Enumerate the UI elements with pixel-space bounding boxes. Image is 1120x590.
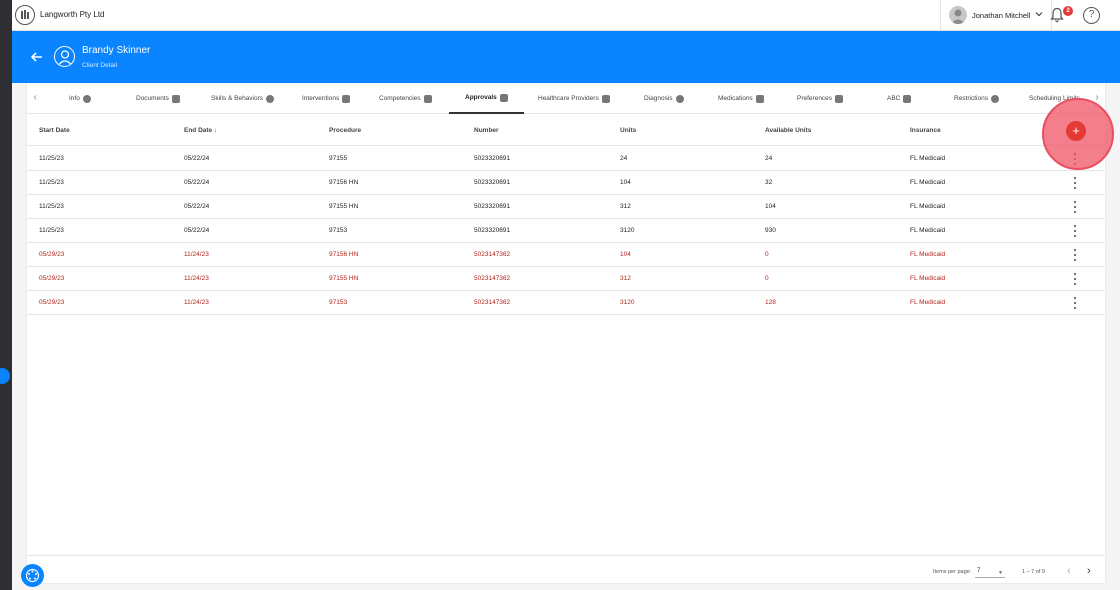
tab-approvals[interactable]: Approvals: [449, 83, 524, 114]
alert-icon: [990, 94, 999, 103]
table-row[interactable]: 11/25/23 05/22/24 97153 5023320691 3120 …: [27, 219, 1105, 243]
bell-icon[interactable]: [1050, 7, 1064, 23]
more-options-icon[interactable]: [1073, 297, 1077, 309]
add-approval-button[interactable]: +: [1066, 121, 1086, 141]
items-per-page-label: Items per page:: [933, 569, 972, 575]
client-name: Brandy Skinner: [82, 45, 151, 56]
client-avatar-icon: [54, 46, 75, 67]
settings-fab-icon[interactable]: [21, 564, 44, 587]
tab-skills-behaviors[interactable]: Skills & Behaviors: [211, 83, 275, 114]
stethoscope-icon: [675, 94, 684, 103]
column-available-units[interactable]: Available Units: [765, 127, 811, 134]
tab-diagnosis[interactable]: Diagnosis: [644, 83, 684, 114]
items-per-page-select[interactable]: 7 ▼: [975, 566, 1005, 578]
hierarchy-icon: [903, 94, 912, 103]
table-row[interactable]: 05/29/23 11/24/23 97153 5023147362 3120 …: [27, 291, 1105, 315]
next-page-icon[interactable]: ›: [1087, 565, 1091, 577]
people-icon: [423, 94, 432, 103]
skills-icon: [266, 94, 275, 103]
sliders-icon: [835, 94, 844, 103]
table-row[interactable]: 05/29/23 11/24/23 97156 HN 5023147362 10…: [27, 243, 1105, 267]
company-logo-icon[interactable]: [15, 5, 35, 25]
company-name: Langworth Pty Ltd: [40, 10, 105, 19]
tab-documents[interactable]: Documents: [136, 83, 180, 114]
more-options-icon[interactable]: [1073, 201, 1077, 213]
document-icon: [171, 94, 180, 103]
left-sidebar-strip: [0, 0, 12, 590]
tab-interventions[interactable]: Interventions: [302, 83, 351, 114]
tab-abc[interactable]: ABC: [887, 83, 912, 114]
table-row[interactable]: 11/25/23 05/22/24 97156 HN 5023320691 10…: [27, 171, 1105, 195]
tab-scroll-left-icon[interactable]: ‹: [29, 92, 41, 103]
more-options-icon[interactable]: [1073, 249, 1077, 261]
chevron-down-icon[interactable]: [1034, 9, 1044, 19]
more-options-icon[interactable]: [1073, 273, 1077, 285]
column-insurance[interactable]: Insurance: [910, 127, 941, 134]
medical-bag-icon: [601, 94, 610, 103]
user-circle-icon: [82, 94, 91, 103]
column-procedure[interactable]: Procedure: [329, 127, 361, 134]
tab-competencies[interactable]: Competencies: [379, 83, 432, 114]
table-row[interactable]: 11/25/23 05/22/24 97155 5023320691 24 24…: [27, 147, 1105, 171]
paginator: Items per page: 7 ▼ 1 – 7 of 9 ‹ ›: [27, 555, 1105, 583]
avatar: [949, 6, 967, 24]
column-number[interactable]: Number: [474, 127, 499, 134]
table-row[interactable]: 11/25/23 05/22/24 97155 HN 5023320691 31…: [27, 195, 1105, 219]
client-subtitle: Client Detail: [82, 62, 118, 69]
tab-medications[interactable]: Medications: [718, 83, 764, 114]
more-options-icon[interactable]: [1073, 225, 1077, 237]
tab-info[interactable]: Info: [69, 83, 91, 114]
column-end-date[interactable]: End Date ↓: [184, 127, 217, 134]
previous-page-icon[interactable]: ‹: [1067, 565, 1071, 577]
tab-bar: ‹ Info Documents Skills & Behaviors Inte…: [27, 83, 1105, 114]
tab-restrictions[interactable]: Restrictions: [954, 83, 999, 114]
pill-icon: [755, 94, 764, 103]
interventions-icon: [342, 94, 351, 103]
sort-arrow-down-icon: ↓: [213, 127, 218, 134]
column-start-date[interactable]: Start Date: [39, 127, 70, 134]
tab-preferences[interactable]: Preferences: [797, 83, 844, 114]
client-header: Brandy Skinner Client Detail: [12, 31, 1120, 83]
caret-down-icon: ▼: [998, 570, 1003, 576]
user-menu[interactable]: Jonathan Mitchell: [940, 0, 1052, 31]
back-arrow-icon[interactable]: [31, 52, 43, 62]
tab-healthcare-providers[interactable]: Healthcare Providers: [538, 83, 610, 114]
notification-badge: 2: [1063, 6, 1073, 16]
table-header: Start Date End Date ↓ Procedure Number U…: [27, 115, 1105, 146]
help-icon[interactable]: ?: [1083, 7, 1100, 24]
user-name: Jonathan Mitchell: [972, 11, 1031, 20]
page-range: 1 – 7 of 9: [1022, 569, 1045, 575]
approval-icon: [499, 93, 508, 102]
table-row[interactable]: 05/29/23 11/24/23 97155 HN 5023147362 31…: [27, 267, 1105, 291]
approvals-card: ‹ Info Documents Skills & Behaviors Inte…: [27, 83, 1105, 583]
column-units[interactable]: Units: [620, 127, 636, 134]
top-bar: Langworth Pty Ltd Jonathan Mitchell: [12, 0, 1120, 31]
more-options-icon[interactable]: [1073, 177, 1077, 189]
